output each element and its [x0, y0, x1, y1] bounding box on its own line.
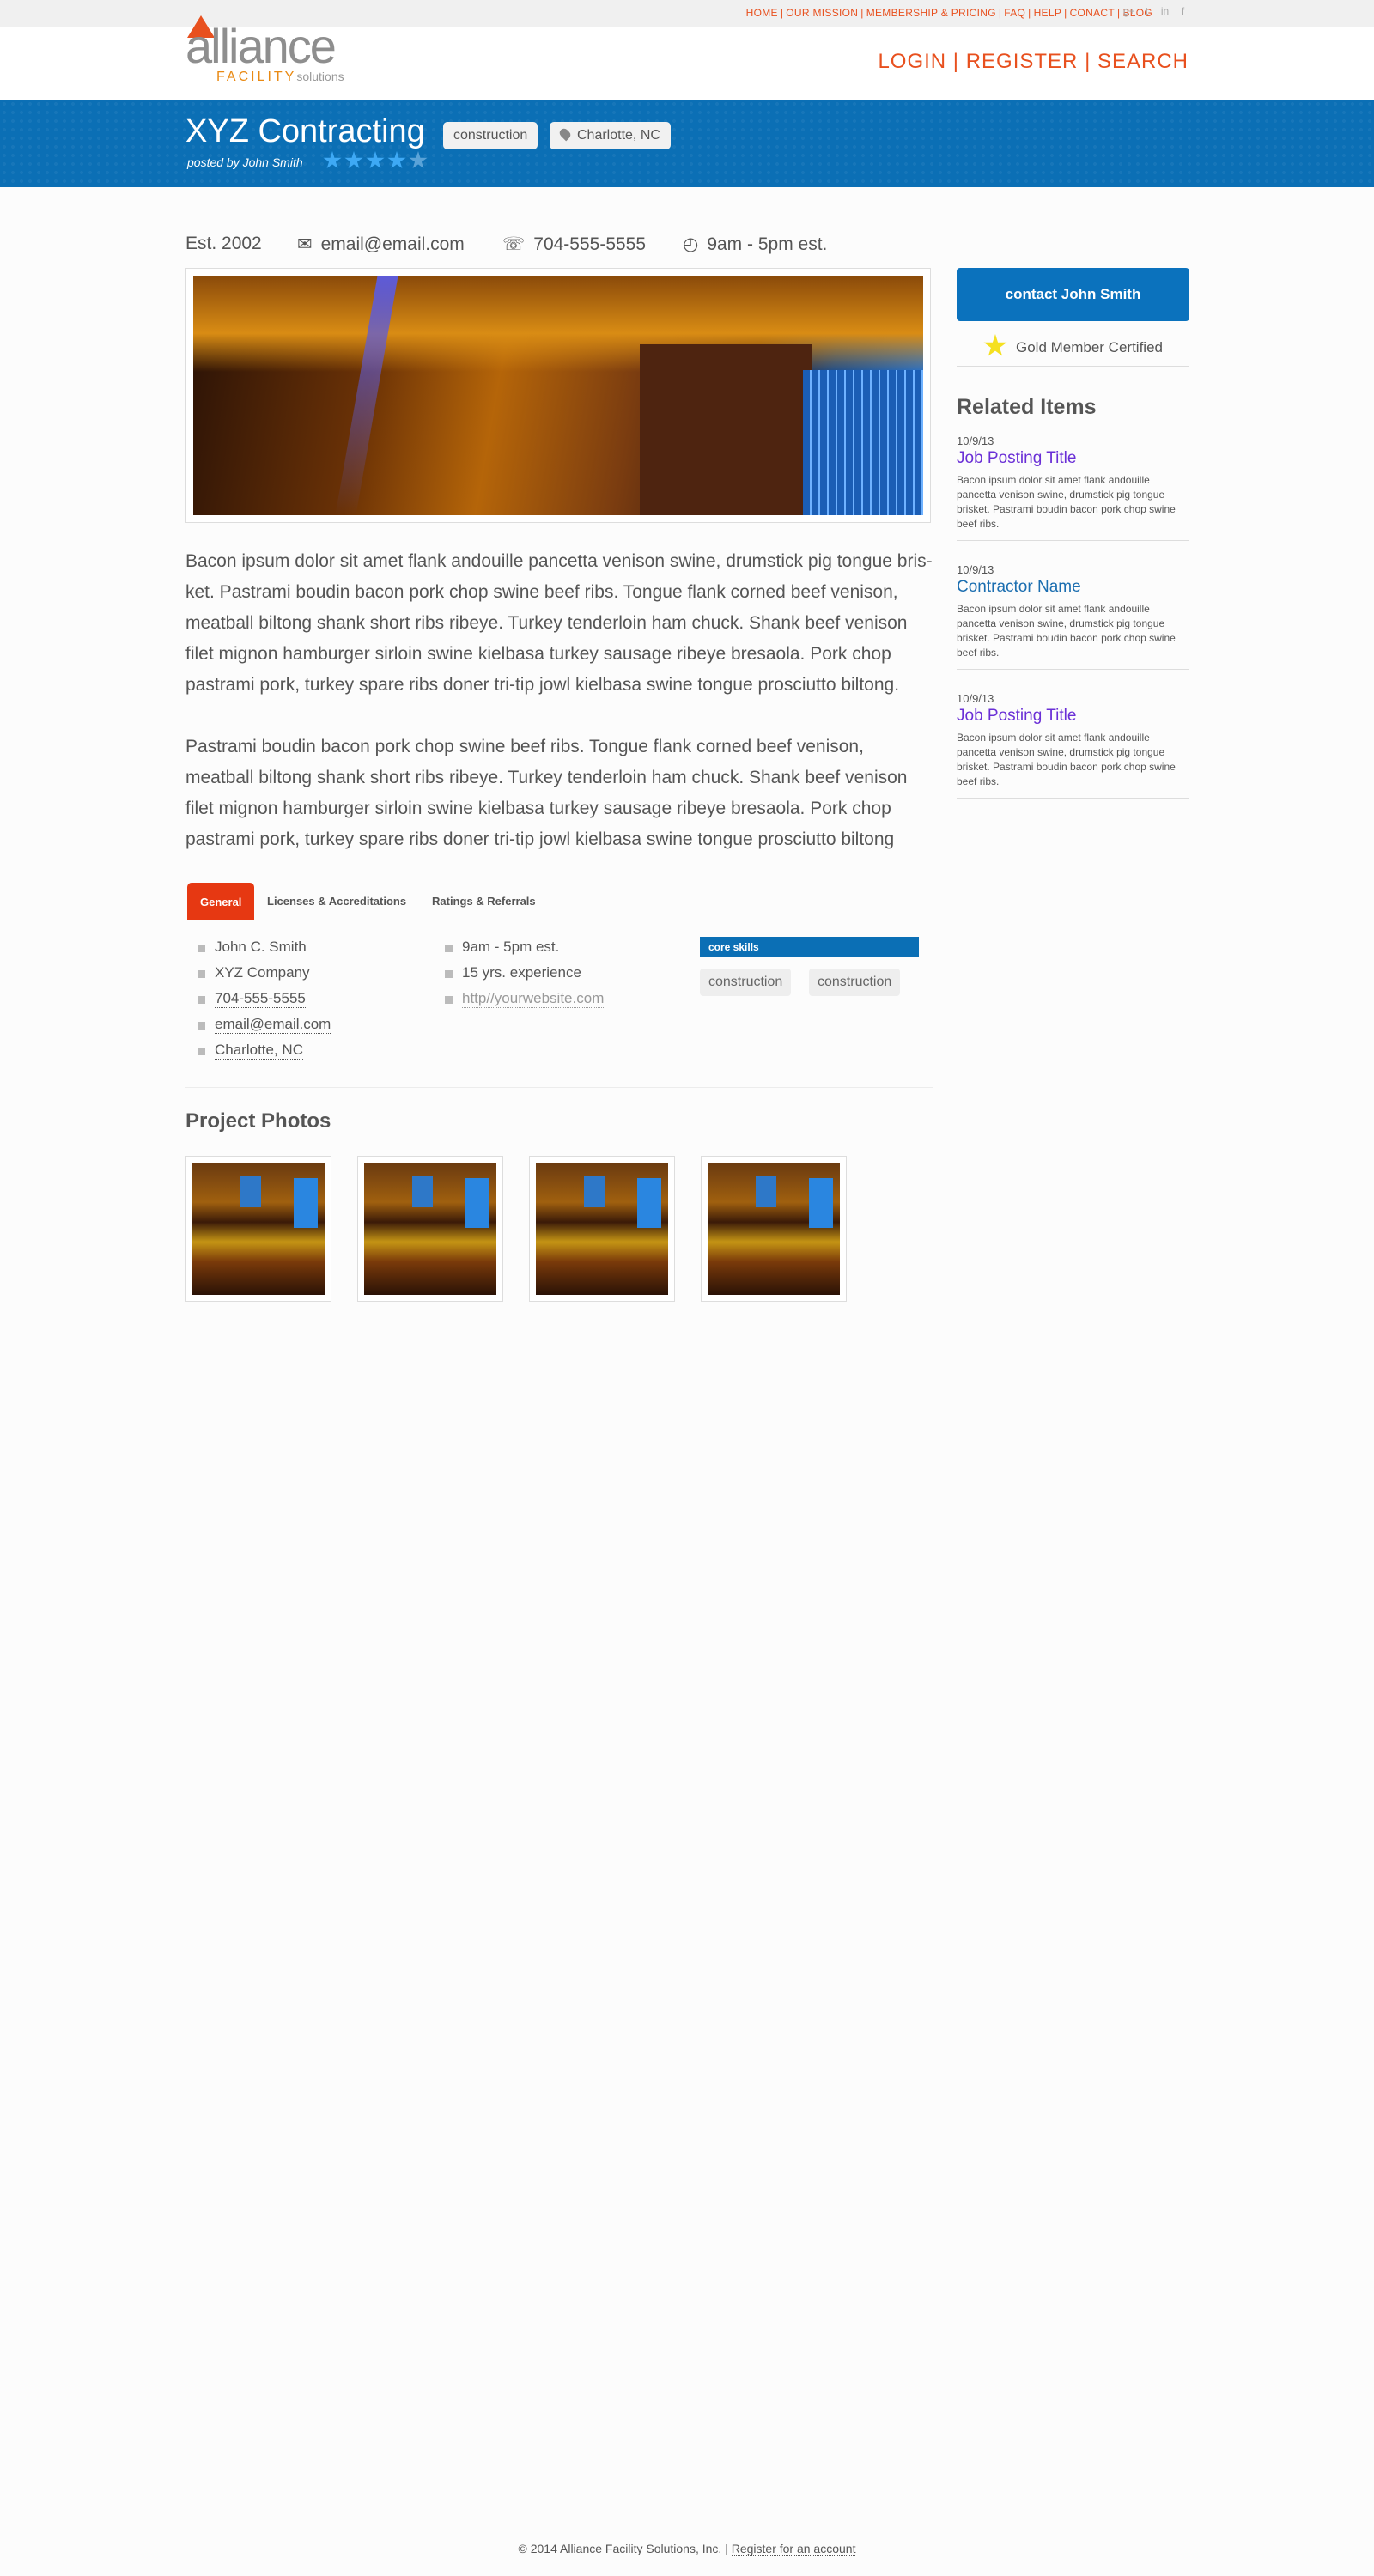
skill-tag[interactable]: construction [809, 969, 901, 996]
star-filled-icon [344, 151, 363, 169]
related-item-excerpt: Bacon ipsum dolor sit amet flank andouil… [957, 474, 1176, 530]
project-photo-thumbnail[interactable] [185, 1156, 331, 1302]
hero-image [185, 268, 931, 523]
top-navigation: HOME | OUR MISSION | MEMBERSHIP & PRICING | FA… [746, 7, 1152, 19]
location-link[interactable]: Charlotte, NC [198, 1042, 303, 1060]
auth-navigation: LOGIN | REGISTER | SEARCH [878, 50, 1189, 74]
nav-help[interactable]: HELP [1034, 7, 1062, 19]
nav-separator: | [998, 7, 1002, 19]
register-link[interactable]: REGISTER [966, 50, 1079, 73]
project-photo-thumbnail[interactable] [529, 1156, 675, 1302]
nav-home[interactable]: HOME [746, 7, 778, 19]
related-item: 10/9/13 Job Posting Title Bacon ipsum do… [957, 434, 1189, 541]
related-item: 10/9/13 Contractor Name Bacon ipsum dolo… [957, 563, 1189, 670]
related-item: 10/9/13 Job Posting Title Bacon ipsum do… [957, 692, 1189, 799]
rating-stars [323, 151, 428, 170]
email-link[interactable]: email@email.com [197, 1016, 331, 1034]
description-paragraph: Bacon ipsum dolor sit amet flank andouil… [185, 551, 933, 695]
nav-separator: | [1117, 7, 1121, 19]
map-pin-icon [557, 126, 573, 142]
hours-item: 9am - 5pm est. [444, 939, 560, 955]
related-items-heading: Related Items [957, 395, 1097, 419]
twitter-icon[interactable]: t [1141, 6, 1152, 17]
facebook-icon[interactable]: f [1177, 6, 1189, 17]
site-logo[interactable]: alliance FACILITYsolutions [185, 15, 357, 86]
auth-separator: | [1085, 50, 1091, 73]
company-name: XYZ Company [198, 964, 310, 981]
office-photo [193, 276, 923, 515]
google-plus-icon[interactable]: g+ [1123, 6, 1135, 17]
nav-faq[interactable]: FAQ [1004, 7, 1025, 19]
logo-wordmark: alliance [185, 19, 337, 73]
website-link[interactable]: http//yourwebsite.com [444, 990, 605, 1008]
star-filled-icon [387, 151, 406, 169]
tab-licenses[interactable]: Licenses & Accreditations [255, 883, 418, 920]
nav-separator: | [860, 7, 864, 19]
info-email[interactable]: ✉ email@email.com [297, 234, 465, 255]
divider [185, 1087, 933, 1088]
clock-icon: ◴ [683, 234, 699, 254]
nav-contact[interactable]: CONACT [1070, 7, 1115, 19]
related-item-excerpt: Bacon ipsum dolor sit amet flank andouil… [957, 603, 1176, 659]
info-phone-text: 704-555-5555 [533, 234, 647, 254]
skill-tag[interactable]: construction [700, 969, 792, 996]
search-link[interactable]: SEARCH [1097, 50, 1189, 73]
project-photos-heading: Project Photos [185, 1109, 331, 1133]
phone-icon: ☏ [502, 234, 526, 254]
description-paragraph: Pastrami boudin bacon pork chop swine be… [185, 737, 908, 849]
nav-separator: | [1028, 7, 1031, 19]
core-skills-heading: core skills [700, 937, 919, 957]
nav-our-mission[interactable]: OUR MISSION [786, 7, 858, 19]
star-empty-icon [409, 151, 428, 169]
related-item-title[interactable]: Job Posting Title [957, 449, 1189, 468]
related-item-date: 10/9/13 [957, 563, 994, 576]
contact-button[interactable]: contact John Smith [957, 268, 1189, 321]
envelope-icon: ✉ [297, 234, 313, 254]
footer: © 2014 Alliance Facility Solutions, Inc.… [0, 2542, 1374, 2556]
project-photo-thumbnail[interactable] [357, 1156, 503, 1302]
logo-subtitle: FACILITYsolutions [216, 70, 344, 85]
tab-bar: General Licenses & Accreditations Rating… [185, 881, 933, 920]
category-tag[interactable]: construction [443, 122, 538, 149]
phone-link[interactable]: 704-555-5555 [198, 990, 306, 1008]
location-text: Charlotte, NC [577, 128, 660, 143]
tab-general[interactable]: General [187, 883, 255, 920]
star-filled-icon [323, 151, 342, 169]
star-filled-icon [366, 151, 385, 169]
related-item-title[interactable]: Contractor Name [957, 578, 1189, 597]
logo-subtitle-secondary: solutions [296, 70, 344, 83]
info-phone[interactable]: ☏ 704-555-5555 [502, 234, 646, 255]
location-tag[interactable]: Charlotte, NC [550, 122, 671, 149]
related-item-date: 10/9/13 [957, 692, 994, 705]
project-photo-thumbnail[interactable] [701, 1156, 847, 1302]
nav-separator: | [1064, 7, 1067, 19]
info-hours-text: 9am - 5pm est. [707, 234, 828, 254]
related-item-date: 10/9/13 [957, 434, 994, 447]
login-link[interactable]: LOGIN [878, 50, 946, 73]
related-item-excerpt: Bacon ipsum dolor sit amet flank andouil… [957, 732, 1176, 787]
info-email-text: email@email.com [320, 234, 465, 254]
tab-ratings[interactable]: Ratings & Referrals [420, 883, 548, 920]
info-hours: ◴ 9am - 5pm est. [683, 234, 827, 255]
register-account-link[interactable]: Register for an account [731, 2542, 856, 2556]
established-year: Est. 2002 [185, 234, 262, 253]
social-links: g+ t in f [1123, 6, 1189, 17]
linkedin-icon[interactable]: in [1159, 6, 1170, 17]
posted-by: posted by John Smith [187, 155, 303, 169]
experience-item: 15 yrs. experience [445, 964, 581, 981]
gold-member-text: Gold Member Certified [1015, 339, 1163, 355]
related-item-title[interactable]: Job Posting Title [957, 707, 1189, 726]
gold-member-badge: Gold Member Certified [957, 329, 1189, 367]
auth-separator: | [952, 50, 960, 73]
copyright: © 2014 Alliance Facility Solutions, Inc.… [518, 2542, 728, 2555]
nav-membership-pricing[interactable]: MEMBERSHIP & PRICING [866, 7, 996, 19]
contact-name: John C. Smith [198, 939, 307, 955]
gold-star-icon [983, 334, 1007, 356]
nav-separator: | [780, 7, 784, 19]
logo-subtitle-main: FACILITY [216, 70, 297, 84]
page-title: XYZ Contracting [185, 113, 425, 149]
